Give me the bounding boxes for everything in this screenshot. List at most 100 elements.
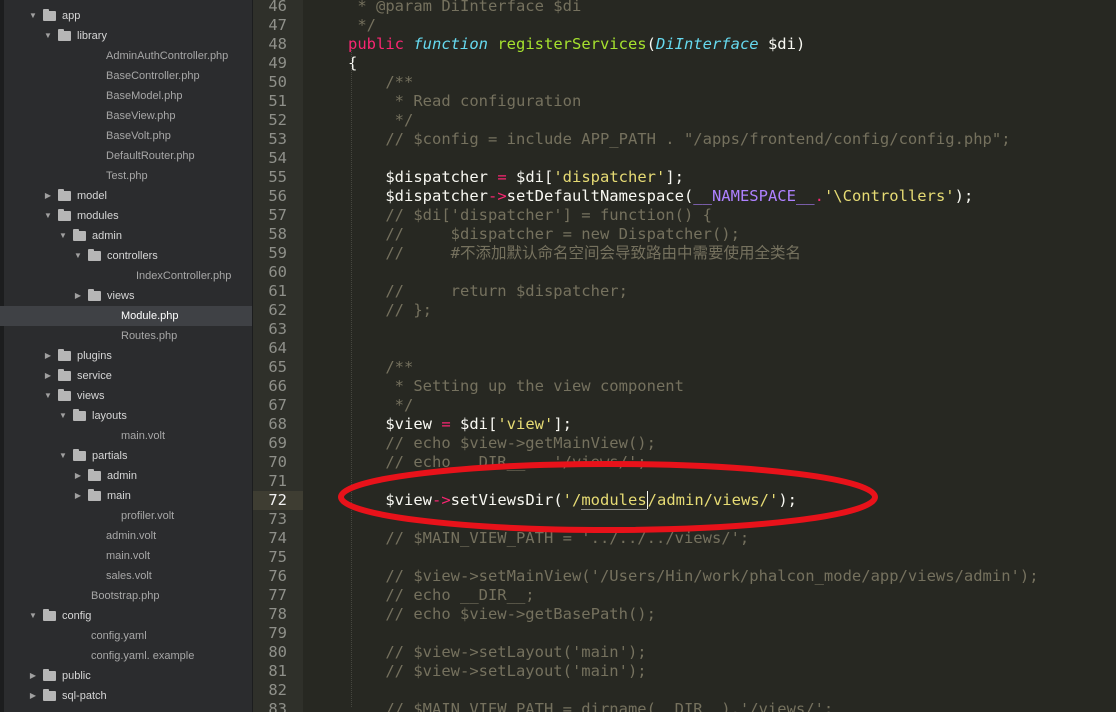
chevron-down-icon[interactable]: ▼ [28, 6, 38, 26]
tree-folder-layouts[interactable]: ▼ layouts [0, 406, 252, 426]
tree-folder-admin[interactable]: ▶ admin [0, 466, 252, 486]
code-line[interactable]: 54 [253, 149, 1116, 168]
line-number: 61 [268, 282, 287, 300]
code-line[interactable]: 77 // echo __DIR__; [253, 586, 1116, 605]
code-line[interactable]: 80 // $view->setLayout('main'); [253, 643, 1116, 662]
tree-file[interactable]: IndexController.php [0, 266, 252, 286]
tree-file[interactable]: BaseVolt.php [0, 126, 252, 146]
chevron-down-icon[interactable]: ▼ [43, 26, 53, 46]
tree-file[interactable]: profiler.volt [0, 506, 252, 526]
tree-file[interactable]: admin.volt [0, 526, 252, 546]
code-line[interactable]: 75 [253, 548, 1116, 567]
code-line[interactable]: 78 // echo $view->getBasePath(); [253, 605, 1116, 624]
tree-folder-controllers[interactable]: ▼ controllers [0, 246, 252, 266]
code-token: // return $dispatcher; [348, 282, 628, 300]
chevron-right-icon[interactable]: ▶ [73, 466, 83, 486]
chevron-down-icon[interactable]: ▼ [58, 406, 68, 426]
tree-folder-public[interactable]: ▶ public [0, 666, 252, 686]
code-line[interactable]: 48 public function registerServices(DiInt… [253, 35, 1116, 54]
code-token: . [814, 187, 824, 205]
tree-folder-sql-patch[interactable]: ▶ sql-patch [0, 686, 252, 706]
code-line[interactable]: 81 // $view->setLayout('main'); [253, 662, 1116, 681]
code-line[interactable]: 70 // echo __DIR__ . '/views/'; [253, 453, 1116, 472]
code-line[interactable]: 65 /** [253, 358, 1116, 377]
chevron-down-icon[interactable]: ▼ [43, 206, 53, 226]
code-line[interactable]: 55 $dispatcher = $di['dispatcher']; [253, 168, 1116, 187]
tree-folder-views[interactable]: ▼ views [0, 386, 252, 406]
chevron-down-icon[interactable]: ▼ [58, 226, 68, 246]
code-line[interactable]: 74 // $MAIN_VIEW_PATH = '../../../views/… [253, 529, 1116, 548]
tree-folder-partials[interactable]: ▼ partials [0, 446, 252, 466]
code-line[interactable]: 69 // echo $view->getMainView(); [253, 434, 1116, 453]
tree-item-label: app [62, 10, 81, 22]
tree-file[interactable]: Routes.php [0, 326, 252, 346]
code-line[interactable]: 67 */ [253, 396, 1116, 415]
tree-file[interactable]: config.yaml. example [0, 646, 252, 666]
code-line[interactable]: 66 * Setting up the view component [253, 377, 1116, 396]
code-line[interactable]: 73 [253, 510, 1116, 529]
code-line[interactable]: 51 * Read configuration [253, 92, 1116, 111]
chevron-right-icon[interactable]: ▶ [73, 286, 83, 306]
code-line[interactable]: 49 { [253, 54, 1116, 73]
chevron-down-icon[interactable]: ▼ [28, 606, 38, 626]
chevron-right-icon[interactable]: ▶ [43, 366, 53, 386]
code-line[interactable]: 64 [253, 339, 1116, 358]
code-line[interactable]: 63 [253, 320, 1116, 339]
tree-file[interactable]: main.volt [0, 426, 252, 446]
chevron-down-icon[interactable]: ▼ [73, 246, 83, 266]
tree-folder-app[interactable]: ▼ app [0, 6, 252, 26]
code-line[interactable]: 46 * @param DiInterface $di [253, 0, 1116, 16]
tree-file[interactable]: BaseModel.php [0, 86, 252, 106]
code-line[interactable]: 53 // $config = include APP_PATH . "/app… [253, 130, 1116, 149]
chevron-down-icon[interactable]: ▼ [58, 446, 68, 466]
tree-folder-library[interactable]: ▼ library [0, 26, 252, 46]
tree-folder-plugins[interactable]: ▶ plugins [0, 346, 252, 366]
code-token: // $config = include APP_PATH . "/apps/f… [348, 130, 1011, 148]
tree-file[interactable]: sales.volt [0, 566, 252, 586]
code-line[interactable]: 71 [253, 472, 1116, 491]
code-line[interactable]: 57 // $di['dispatcher'] = function() { [253, 206, 1116, 225]
code-token: ( [646, 35, 656, 53]
tree-folder-views[interactable]: ▶ views [0, 286, 252, 306]
tree-folder-main[interactable]: ▶ main [0, 486, 252, 506]
code-line[interactable]: 79 [253, 624, 1116, 643]
tree-folder-modules[interactable]: ▼ modules [0, 206, 252, 226]
chevron-down-icon[interactable]: ▼ [43, 386, 53, 406]
chevron-right-icon[interactable]: ▶ [73, 486, 83, 506]
tree-folder-service[interactable]: ▶ service [0, 366, 252, 386]
line-number: 62 [268, 301, 287, 319]
code-line[interactable]: 82 [253, 681, 1116, 700]
tree-file[interactable]: DefaultRouter.php [0, 146, 252, 166]
code-line[interactable]: 60 [253, 263, 1116, 282]
tree-folder-config[interactable]: ▼ config [0, 606, 252, 626]
code-text: /** [348, 358, 413, 377]
chevron-right-icon[interactable]: ▶ [43, 346, 53, 366]
tree-folder-model[interactable]: ▶ model [0, 186, 252, 206]
code-line[interactable]: 83 // $MAIN_VIEW_PATH = dirname(__DIR__)… [253, 700, 1116, 712]
tree-folder-admin[interactable]: ▼ admin [0, 226, 252, 246]
tree-file[interactable]: Module.php [0, 306, 252, 326]
code-line[interactable]: 68 $view = $di['view']; [253, 415, 1116, 434]
code-line[interactable]: 59 // #不添加默认命名空间会导致路由中需要使用全类名 [253, 244, 1116, 263]
chevron-right-icon[interactable]: ▶ [43, 186, 53, 206]
tree-file[interactable]: config.yaml [0, 626, 252, 646]
code-line[interactable]: 62 // }; [253, 301, 1116, 320]
code-line[interactable]: 76 // $view->setMainView('/Users/Hin/wor… [253, 567, 1116, 586]
code-line[interactable]: 58 // $dispatcher = new Dispatcher(); [253, 225, 1116, 244]
code-line[interactable]: 56 $dispatcher->setDefaultNamespace(__NA… [253, 187, 1116, 206]
tree-file[interactable]: BaseController.php [0, 66, 252, 86]
chevron-right-icon[interactable]: ▶ [28, 666, 38, 686]
tree-file[interactable]: Test.php [0, 166, 252, 186]
code-text: // echo $view->getBasePath(); [348, 605, 656, 624]
tree-file[interactable]: AdminAuthController.php [0, 46, 252, 66]
code-line[interactable]: 50 /** [253, 73, 1116, 92]
tree-file[interactable]: Bootstrap.php [0, 586, 252, 606]
tree-file[interactable]: BaseView.php [0, 106, 252, 126]
code-line[interactable]: 61 // return $dispatcher; [253, 282, 1116, 301]
code-editor[interactable]: 46 * @param DiInterface $di 47 */48 public… [253, 0, 1116, 712]
tree-file[interactable]: main.volt [0, 546, 252, 566]
chevron-right-icon[interactable]: ▶ [28, 686, 38, 706]
code-line[interactable]: 72 $view->setViewsDir('/modules/admin/vi… [253, 491, 1116, 510]
code-line[interactable]: 47 */ [253, 16, 1116, 35]
code-line[interactable]: 52 */ [253, 111, 1116, 130]
